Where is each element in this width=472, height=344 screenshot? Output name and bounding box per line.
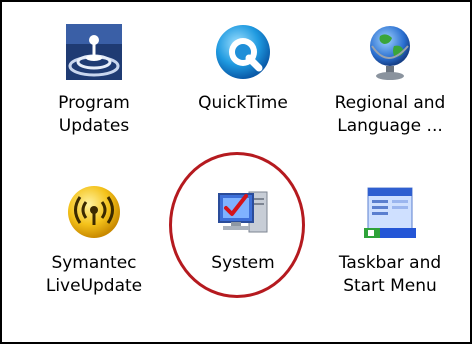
taskbar-start-menu-item[interactable]: Taskbar and Start Menu	[320, 182, 460, 298]
regional-language-label: Regional and Language ...	[334, 93, 446, 136]
program-updates-icon	[64, 22, 124, 82]
quicktime-item[interactable]: QuickTime	[173, 22, 313, 115]
globe-icon	[360, 22, 420, 82]
regional-language-item[interactable]: Regional and Language ...	[320, 22, 460, 138]
symantec-liveupdate-item[interactable]: Symantec LiveUpdate	[24, 182, 164, 298]
program-updates-label: Program Updates	[58, 93, 130, 136]
quicktime-label: QuickTime	[198, 93, 288, 113]
quicktime-icon	[213, 22, 273, 82]
program-updates-item[interactable]: Program Updates	[24, 22, 164, 138]
taskbar-start-menu-label: Taskbar and Start Menu	[338, 253, 442, 296]
control-panel-icon-view: Program Updates QuickTime Regional and L…	[0, 0, 472, 344]
system-item[interactable]: System	[173, 182, 313, 275]
symantec-liveupdate-label: Symantec LiveUpdate	[45, 253, 143, 296]
symantec-liveupdate-icon	[64, 182, 124, 242]
system-computer-icon	[213, 182, 273, 242]
taskbar-start-menu-icon	[360, 182, 420, 242]
system-label: System	[211, 253, 275, 273]
